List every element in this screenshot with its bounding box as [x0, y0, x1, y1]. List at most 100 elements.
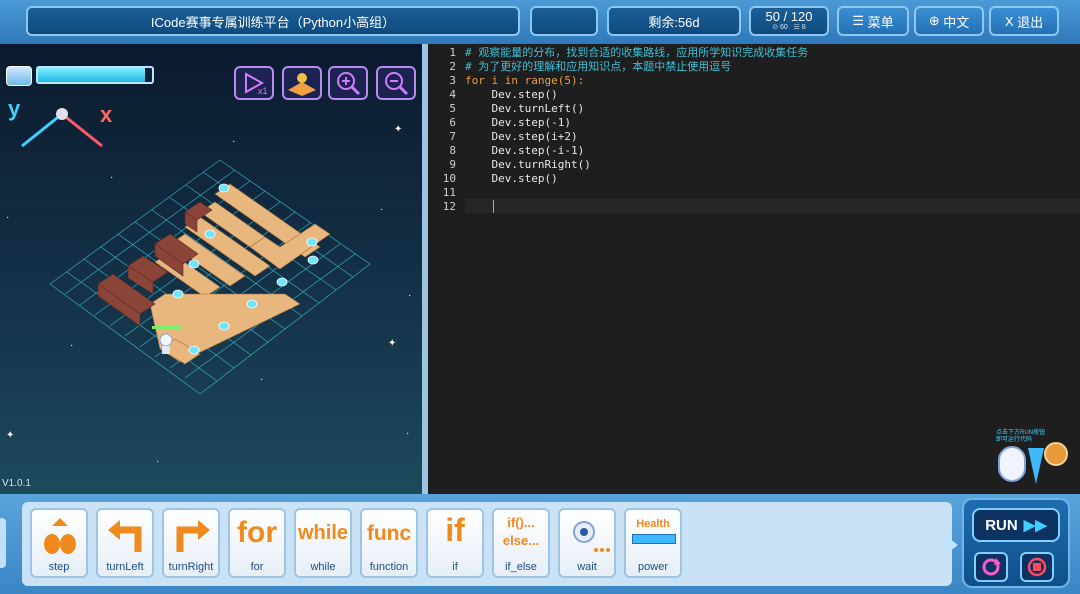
assistant-robot-icon[interactable]: [998, 446, 1026, 482]
exit-button[interactable]: X 退出: [989, 6, 1059, 36]
block-label: if: [452, 561, 458, 573]
code-line[interactable]: Dev.step(-1): [465, 116, 570, 130]
energy-bar: [36, 66, 154, 84]
line-number: 11: [442, 186, 456, 199]
language-label: 中文: [943, 14, 970, 30]
block-label: if_else: [505, 561, 537, 573]
block-label: while: [310, 561, 336, 573]
battery-icon: [6, 66, 32, 86]
block-label: for: [250, 561, 264, 573]
block-if[interactable]: if if: [426, 508, 484, 578]
code-lines[interactable]: # 观察能量的分布，找到合适的收集路线，应用所学知识完成收集任务 # 为了更好的…: [465, 44, 1080, 226]
star: ·: [156, 456, 160, 467]
block-power[interactable]: Health power: [624, 508, 682, 578]
block-label: turnLeft: [106, 561, 144, 573]
block-turnright[interactable]: turnRight: [162, 508, 220, 578]
step-icon: [44, 518, 76, 554]
block-while[interactable]: while while: [294, 508, 352, 578]
speed-x1-button[interactable]: x1: [234, 66, 274, 100]
if-else-icon: if()... else...: [502, 515, 540, 548]
exit-label: 退出: [1017, 14, 1044, 30]
code-line[interactable]: # 观察能量的分布，找到合适的收集路线，应用所学知识完成收集任务: [465, 46, 808, 60]
speed-x1-icon: x1: [245, 72, 268, 96]
bottom-toolbar: step turnLeft turnRight for for while wh…: [0, 494, 1080, 594]
block-if-else[interactable]: if()... else... if_else: [492, 508, 550, 578]
block-label: turnRight: [168, 561, 214, 573]
block-function[interactable]: func function: [360, 508, 418, 578]
code-line[interactable]: Dev.turnRight(): [465, 158, 590, 172]
language-button[interactable]: ⊕ 中文: [914, 6, 984, 36]
turn-left-icon: [108, 520, 142, 552]
line-gutter: 1 2 3 4 5 6 7 8 9 10 11 12: [428, 44, 462, 494]
block-label: wait: [577, 561, 597, 573]
run-panel: RUN ▶▶: [962, 498, 1070, 588]
close-icon: X: [1004, 13, 1018, 29]
score-sub-b: 8: [801, 24, 806, 31]
block-label: step: [48, 561, 70, 573]
axis-y-label: y: [8, 96, 21, 121]
stop-button[interactable]: [1020, 552, 1054, 582]
code-line[interactable]: Dev.turnLeft(): [465, 102, 584, 116]
score-sub: ⊙ 60 ☰ 8: [772, 24, 806, 32]
fast-forward-icon: ▶▶: [1023, 517, 1047, 534]
star: ·: [6, 212, 10, 223]
zoom-out-button[interactable]: [376, 66, 416, 100]
map-icon: [288, 73, 316, 96]
run-button[interactable]: RUN ▶▶: [972, 508, 1060, 542]
reset-button[interactable]: [974, 552, 1008, 582]
score-sub-a: 60: [780, 24, 788, 31]
line-number: 10: [442, 172, 456, 185]
while-icon: while: [297, 522, 348, 544]
arrow-down-icon: [1028, 448, 1044, 484]
line-number: 6: [449, 116, 456, 129]
line-number: 7: [449, 130, 456, 143]
function-icon: func: [366, 522, 412, 545]
bell-icon[interactable]: [1044, 442, 1068, 466]
block-wait[interactable]: wait: [558, 508, 616, 578]
page-title: ICode赛事专属训练平台（Python小高组）: [26, 6, 520, 36]
zoom-in-button[interactable]: [328, 66, 368, 100]
path-tiles: [149, 183, 331, 365]
code-blocks-panel: step turnLeft turnRight for for while wh…: [22, 502, 952, 586]
line-number: 8: [449, 144, 456, 157]
menu-label: 菜单: [867, 14, 894, 30]
chevron-right-icon[interactable]: [946, 536, 958, 554]
toolbar-left-tab[interactable]: [0, 518, 6, 568]
line-number: 4: [449, 88, 456, 101]
text-cursor: [493, 200, 494, 213]
line-number: 3: [449, 74, 456, 87]
block-step[interactable]: step: [30, 508, 88, 578]
board-grid: [49, 159, 371, 395]
top-bar: ICode赛事专属训练平台（Python小高组） 剩余:56d 50 / 120…: [0, 0, 1080, 44]
star: ·: [408, 290, 412, 301]
game-board: [49, 159, 371, 395]
block-for[interactable]: for for: [228, 508, 286, 578]
line-number: 12: [442, 200, 456, 213]
line-number: 2: [449, 60, 456, 73]
block-label: power: [638, 561, 668, 573]
code-line[interactable]: for i in range(5):: [465, 74, 584, 88]
menu-icon: ☰: [852, 13, 868, 28]
stop-icon: [1027, 557, 1047, 577]
blank-panel: [530, 6, 598, 36]
robot-icon: [573, 521, 610, 552]
code-line[interactable]: Dev.step(): [465, 88, 557, 102]
game-scene: · ✦ · · · · · ✦ · · ✦ · · x1 y x: [0, 44, 422, 494]
energy-bar-fill: [38, 68, 146, 82]
remaining-text: 剩余:56d: [648, 14, 700, 30]
code-editor[interactable]: 1 2 3 4 5 6 7 8 9 10 11 12 # 观察能量的分布，找到合…: [428, 44, 1080, 494]
code-line[interactable]: Dev.step(-i-1): [465, 144, 584, 158]
score-panel: 50 / 120 ⊙ 60 ☰ 8: [749, 6, 829, 36]
health-icon: Health: [636, 518, 670, 530]
zoom-in-icon: [337, 72, 361, 96]
star: ✦: [394, 124, 403, 135]
code-line[interactable]: Dev.step(i+2): [465, 130, 577, 144]
code-line[interactable]: # 为了更好的理解和应用知识点，本题中禁止使用逗号: [465, 60, 731, 74]
star: ·: [406, 428, 410, 439]
code-line[interactable]: Dev.step(): [465, 172, 557, 186]
menu-button[interactable]: ☰ 菜单: [837, 6, 909, 36]
remaining-days: 剩余:56d: [607, 6, 741, 36]
block-turnleft[interactable]: turnLeft: [96, 508, 154, 578]
turn-right-icon: [176, 520, 210, 552]
map-button[interactable]: [282, 66, 322, 100]
